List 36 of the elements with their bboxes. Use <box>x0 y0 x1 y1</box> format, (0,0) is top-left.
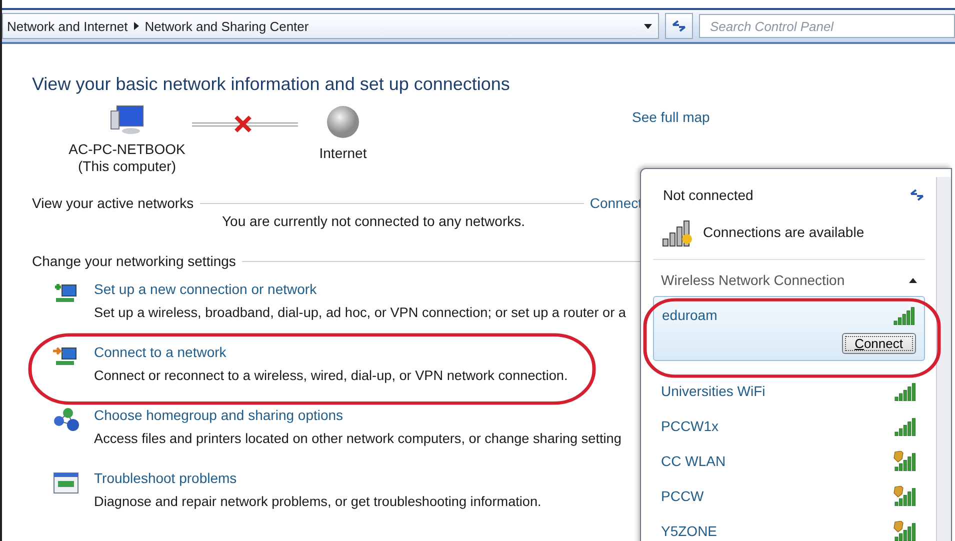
page-heading: View your basic network information and set up connections <box>32 74 511 95</box>
network-item[interactable]: CC WLAN <box>653 445 925 480</box>
network-name: Y5ZONE <box>661 523 718 539</box>
network-name: CC WLAN <box>661 453 726 469</box>
task-link[interactable]: Choose homegroup and sharing options <box>94 407 622 423</box>
network-item[interactable]: PCCW1x <box>653 410 925 445</box>
network-name: eduroam <box>662 307 718 323</box>
network-name: PCCW1x <box>661 418 719 434</box>
see-full-map-link[interactable]: See full map <box>632 109 710 125</box>
connect-button[interactable]: Connect <box>842 333 916 354</box>
task-description: Access files and printers located on other network computers, or change sharing setting <box>94 431 622 446</box>
network-name: PCCW <box>661 488 704 504</box>
task-description: Diagnose and repair network problems, or get troubleshooting information. <box>94 494 542 509</box>
connect-link[interactable]: Connect <box>590 195 642 211</box>
availability-text: Connections are available <box>703 224 864 240</box>
computer-name: AC-PC-NETBOOK (This computer) <box>68 141 186 175</box>
network-item[interactable]: PCCW <box>653 480 925 515</box>
internet-label: Internet <box>319 145 367 162</box>
task-description: Set up a wireless, broadband, dial-up, ad hoc, or VPN connection; or set up a router or a <box>94 305 626 320</box>
network-item[interactable]: eduroam Connect <box>653 296 925 361</box>
task-description: Connect or reconnect to a wireless, wired, dial-up, or VPN network connection. <box>94 368 568 383</box>
section-title: View your active networks <box>32 195 194 211</box>
status-message: You are currently not connected to any networks. <box>222 213 526 229</box>
section-title: Change your networking settings <box>32 253 236 269</box>
breadcrumb-item[interactable]: Network and Internet <box>7 18 128 34</box>
connection-status: Not connected <box>663 187 754 203</box>
network-item[interactable]: Y5ZONE <box>653 515 925 541</box>
search-field[interactable]: Search Control Panel <box>699 14 955 38</box>
breadcrumb-item[interactable]: Network and Sharing Center <box>144 18 309 34</box>
network-name: Universities WiFi <box>661 383 766 399</box>
task-link[interactable]: Troubleshoot problems <box>94 470 542 486</box>
network-item[interactable]: Universities WiFi <box>653 375 925 410</box>
group-title: Wireless Network Connection <box>661 272 845 288</box>
address-bar[interactable]: Network and Internet Network and Sharing Center <box>2 13 659 39</box>
task-link[interactable]: Connect to a network <box>94 344 568 360</box>
task-link[interactable]: Set up a new connection or network <box>94 281 626 297</box>
